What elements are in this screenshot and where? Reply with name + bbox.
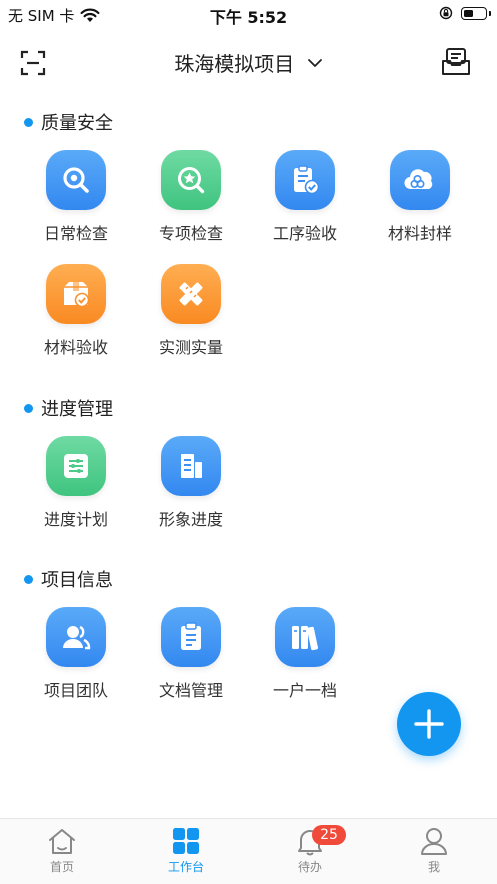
section-title: 进度管理 bbox=[41, 399, 113, 420]
tile-label: 材料封样 bbox=[387, 224, 452, 243]
tile-label: 项目团队 bbox=[43, 681, 108, 700]
clipboard-check-icon bbox=[275, 150, 335, 210]
schedule-icon bbox=[46, 436, 106, 496]
document-icon bbox=[161, 607, 221, 667]
battery-icon bbox=[461, 6, 491, 20]
add-button[interactable] bbox=[397, 692, 461, 756]
tab-label: 首页 bbox=[49, 860, 74, 874]
todo-count-badge: 25 bbox=[312, 825, 346, 845]
package-check-icon bbox=[46, 264, 106, 324]
section-header: 质量安全 bbox=[24, 110, 113, 134]
tab-bar: 首页 工作台 待办 25 我 bbox=[0, 818, 497, 884]
project-selector[interactable]: 珠海模拟项目 bbox=[0, 48, 497, 77]
nav-bar: 珠海模拟项目 bbox=[0, 40, 497, 84]
orientation-lock-icon bbox=[439, 6, 453, 20]
tab-todo[interactable]: 待办 25 bbox=[248, 819, 372, 884]
tab-home[interactable]: 首页 bbox=[0, 819, 124, 884]
section-header: 进度管理 bbox=[24, 396, 113, 420]
tab-label: 工作台 bbox=[167, 860, 204, 874]
section-dot bbox=[24, 574, 33, 584]
tile-label: 工序验收 bbox=[272, 224, 337, 243]
tile-document-management[interactable]: 文档管理 bbox=[141, 607, 241, 717]
star-search-icon bbox=[161, 150, 221, 210]
tile-label: 进度计划 bbox=[43, 510, 108, 529]
tile-material-sample[interactable]: 材料封样 bbox=[370, 150, 470, 260]
search-icon bbox=[46, 150, 106, 210]
tile-label: 形象进度 bbox=[158, 510, 223, 529]
tab-workbench[interactable]: 工作台 bbox=[124, 819, 248, 884]
tile-label: 材料验收 bbox=[43, 338, 108, 357]
status-time: 下午 5:52 bbox=[209, 8, 288, 27]
inbox-icon[interactable] bbox=[441, 47, 471, 77]
section-dot bbox=[24, 403, 33, 413]
battery-level bbox=[464, 9, 473, 17]
tab-label: 我 bbox=[427, 860, 440, 874]
tile-one-household-one-file[interactable]: 一户一档 bbox=[255, 607, 355, 717]
material-sample-icon bbox=[390, 150, 450, 210]
tile-label: 一户一档 bbox=[272, 681, 337, 700]
tile-progress-plan[interactable]: 进度计划 bbox=[26, 436, 126, 546]
binders-icon bbox=[275, 607, 335, 667]
tile-label: 实测实量 bbox=[158, 338, 223, 357]
tile-special-inspection[interactable]: 专项检查 bbox=[141, 150, 241, 260]
team-icon bbox=[46, 607, 106, 667]
section-title: 项目信息 bbox=[41, 570, 113, 591]
tile-image-progress[interactable]: 形象进度 bbox=[141, 436, 241, 546]
tab-me[interactable]: 我 bbox=[372, 819, 496, 884]
tile-process-acceptance[interactable]: 工序验收 bbox=[255, 150, 355, 260]
tile-label: 专项检查 bbox=[158, 224, 223, 243]
tile-material-acceptance[interactable]: 材料验收 bbox=[26, 264, 126, 374]
tab-label: 待办 bbox=[297, 860, 322, 874]
home-icon bbox=[49, 829, 75, 854]
chevron-down-icon bbox=[307, 58, 322, 67]
plus-icon bbox=[414, 709, 444, 739]
tile-actual-measurement[interactable]: 实测实量 bbox=[141, 264, 241, 374]
tile-label: 日常检查 bbox=[43, 224, 108, 243]
ruler-pencil-icon bbox=[161, 264, 221, 324]
building-icon bbox=[161, 436, 221, 496]
battery-cap bbox=[488, 10, 491, 16]
grid-icon bbox=[173, 828, 199, 854]
status-right bbox=[439, 6, 491, 20]
section-title: 质量安全 bbox=[41, 113, 113, 134]
status-bar: 无 SIM 卡 下午 5:52 bbox=[0, 0, 497, 30]
tile-project-team[interactable]: 项目团队 bbox=[26, 607, 126, 717]
section-dot bbox=[24, 117, 33, 127]
tile-label: 文档管理 bbox=[158, 681, 223, 700]
section-header: 项目信息 bbox=[24, 567, 113, 591]
person-icon bbox=[421, 828, 447, 855]
page-title: 珠海模拟项目 bbox=[174, 52, 295, 76]
tile-daily-inspection[interactable]: 日常检查 bbox=[26, 150, 126, 260]
